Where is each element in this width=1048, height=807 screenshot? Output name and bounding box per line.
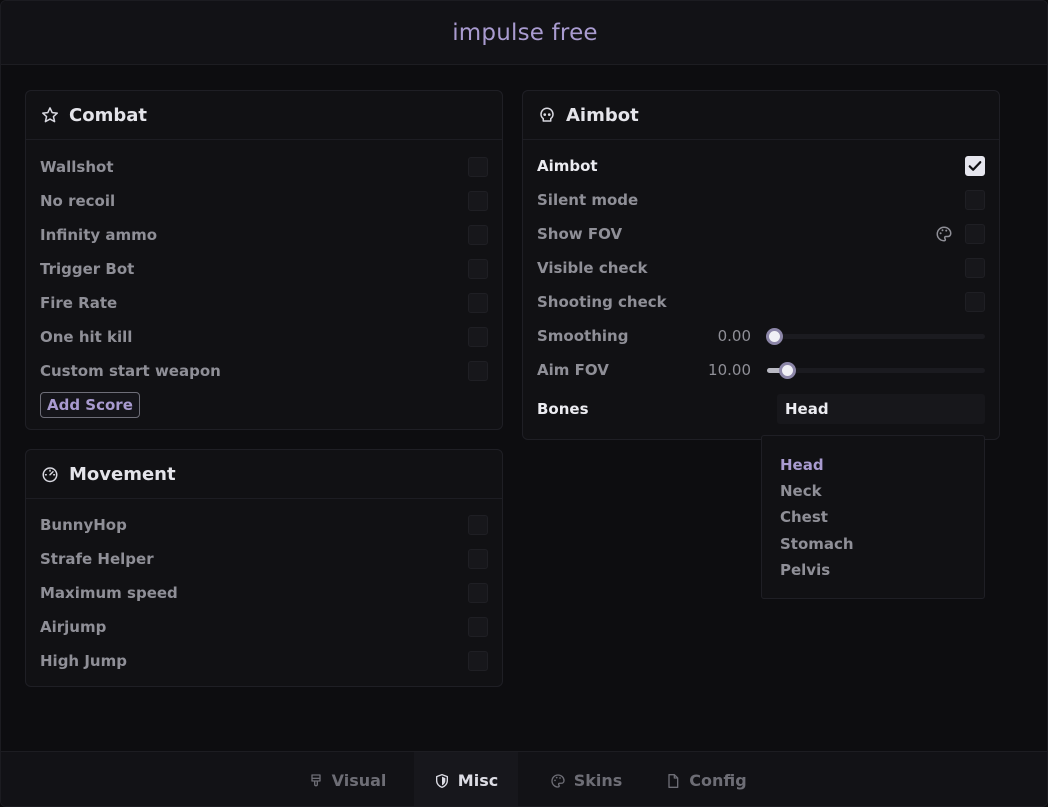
visible-check-label: Visible check — [537, 259, 648, 277]
show-fov-checkbox[interactable] — [965, 224, 985, 244]
combat-panel: Combat Wallshot No recoil Infinity ammo Tri… — [25, 90, 503, 430]
row-airjump: Airjump — [40, 610, 488, 644]
bones-option-pelvis[interactable]: Pelvis — [780, 561, 830, 579]
tab-config-label: Config — [689, 771, 747, 790]
row-visible-check: Visible check — [537, 251, 985, 285]
visible-check-checkbox[interactable] — [965, 258, 985, 278]
combat-panel-header: Combat — [26, 91, 502, 140]
bones-option-head[interactable]: Head — [780, 456, 824, 474]
row-show-fov: Show FOV — [537, 217, 985, 251]
bones-select[interactable]: Head — [777, 394, 985, 424]
star-icon — [40, 105, 60, 125]
infinity-ammo-checkbox[interactable] — [468, 225, 488, 245]
fire-rate-label: Fire Rate — [40, 294, 118, 312]
file-icon — [668, 773, 679, 788]
smoothing-slider-row: Smoothing 0.00 — [537, 319, 985, 353]
aim-fov-slider-row: Aim FOV 10.00 — [537, 353, 985, 387]
maximum-speed-label: Maximum speed — [40, 584, 178, 602]
tab-skins-label: Skins — [573, 771, 623, 790]
airjump-checkbox[interactable] — [468, 617, 488, 637]
shooting-check-checkbox[interactable] — [965, 292, 985, 312]
bones-row: Bones Head — [537, 392, 985, 426]
tab-config[interactable]: Config — [656, 752, 756, 806]
bones-option-neck[interactable]: Neck — [780, 482, 822, 500]
bones-option-stomach[interactable]: Stomach — [780, 535, 854, 553]
wallshot-checkbox[interactable] — [468, 157, 488, 177]
speedometer-icon — [40, 464, 60, 484]
brush-icon — [310, 773, 321, 786]
combat-title: Combat — [69, 104, 147, 126]
wallshot-label: Wallshot — [40, 158, 114, 176]
bones-label: Bones — [537, 400, 589, 418]
custom-start-weapon-checkbox[interactable] — [468, 361, 488, 381]
bones-option-chest[interactable]: Chest — [780, 508, 828, 526]
bottom-tab-bar: Visual Misc Skins Config — [1, 751, 1047, 806]
app-title: impulse free — [452, 19, 598, 46]
row-high-jump: High Jump — [40, 644, 488, 678]
row-custom-start-weapon: Custom start weapon — [40, 354, 488, 388]
aim-fov-value: 10.00 — [708, 361, 751, 379]
tab-misc[interactable]: Misc — [414, 752, 518, 806]
smoothing-slider[interactable] — [766, 328, 985, 345]
shield-icon — [435, 773, 448, 788]
tab-visual[interactable]: Visual — [297, 752, 397, 806]
row-infinity-ammo: Infinity ammo — [40, 218, 488, 252]
row-one-hit-kill: One hit kill — [40, 320, 488, 354]
one-hit-kill-label: One hit kill — [40, 328, 133, 346]
skull-icon — [537, 105, 557, 125]
one-hit-kill-checkbox[interactable] — [468, 327, 488, 347]
row-bunnyhop: BunnyHop — [40, 508, 488, 542]
tab-skins[interactable]: Skins — [541, 752, 631, 806]
movement-panel-header: Movement — [26, 450, 502, 499]
bunnyhop-checkbox[interactable] — [468, 515, 488, 535]
row-trigger-bot: Trigger Bot — [40, 252, 488, 286]
aim-fov-slider[interactable] — [767, 362, 985, 379]
row-shooting-check: Shooting check — [537, 285, 985, 319]
add-score-button[interactable]: Add Score — [40, 392, 140, 418]
infinity-ammo-label: Infinity ammo — [40, 226, 158, 244]
trigger-bot-label: Trigger Bot — [40, 260, 135, 278]
palette-icon — [551, 773, 565, 788]
show-fov-label: Show FOV — [537, 225, 623, 243]
silent-mode-checkbox[interactable] — [965, 190, 985, 210]
bunnyhop-label: BunnyHop — [40, 516, 127, 534]
row-no-recoil: No recoil — [40, 184, 488, 218]
movement-title: Movement — [69, 463, 176, 485]
tab-misc-label: Misc — [457, 771, 499, 790]
smoothing-value: 0.00 — [717, 327, 751, 345]
bones-dropdown: Head Neck Chest Stomach Pelvis — [761, 435, 985, 599]
high-jump-label: High Jump — [40, 652, 127, 670]
shooting-check-label: Shooting check — [537, 293, 667, 311]
silent-mode-label: Silent mode — [537, 191, 639, 209]
high-jump-checkbox[interactable] — [468, 651, 488, 671]
strafe-helper-label: Strafe Helper — [40, 550, 154, 568]
add-score-row: Add Score — [40, 388, 488, 422]
app-window: impulse free Combat Wallshot No recoil Inf… — [0, 0, 1048, 807]
row-aimbot: Aimbot — [537, 149, 985, 183]
row-strafe-helper: Strafe Helper — [40, 542, 488, 576]
row-wallshot: Wallshot — [40, 150, 488, 184]
row-maximum-speed: Maximum speed — [40, 576, 488, 610]
tab-visual-label: Visual — [331, 771, 387, 790]
no-recoil-label: No recoil — [40, 192, 116, 210]
airjump-label: Airjump — [40, 618, 107, 636]
aimbot-panel: Aimbot Aimbot Silent mode Show FOV Visible … — [522, 90, 1000, 440]
slider-knob[interactable] — [766, 328, 783, 345]
movement-panel: Movement BunnyHop Strafe Helper Maximum sp… — [25, 449, 503, 687]
title-bar: impulse free — [1, 1, 1047, 65]
slider-knob[interactable] — [779, 362, 797, 379]
no-recoil-checkbox[interactable] — [468, 191, 488, 211]
aimbot-title: Aimbot — [566, 104, 639, 126]
maximum-speed-checkbox[interactable] — [468, 583, 488, 603]
aimbot-label: Aimbot — [537, 157, 598, 175]
fire-rate-checkbox[interactable] — [468, 293, 488, 313]
aimbot-checkbox[interactable] — [965, 156, 985, 176]
row-fire-rate: Fire Rate — [40, 286, 488, 320]
aimbot-panel-header: Aimbot — [523, 91, 999, 140]
color-picker-icon[interactable] — [935, 225, 953, 243]
custom-start-weapon-label: Custom start weapon — [40, 362, 221, 380]
trigger-bot-checkbox[interactable] — [468, 259, 488, 279]
strafe-helper-checkbox[interactable] — [468, 549, 488, 569]
row-silent-mode: Silent mode — [537, 183, 985, 217]
